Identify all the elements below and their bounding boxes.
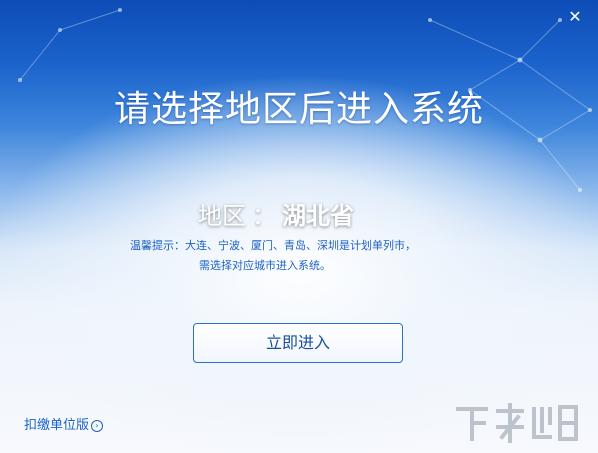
region-separator: ：: [252, 202, 276, 230]
close-icon: ✕: [568, 7, 582, 26]
watermark-logo: [456, 403, 578, 443]
tip-text: 温馨提示：大连、宁波、厦门、青岛、深圳是计划单列市， 需选择对应城市进入系统。: [130, 236, 510, 276]
tip-line-1: 温馨提示：大连、宁波、厦门、青岛、深圳是计划单列市，: [130, 239, 416, 252]
version-link-label: 扣缴单位版: [24, 418, 90, 433]
region-label: 地区: [198, 202, 246, 230]
page-title: 请选择地区后进入系统: [113, 89, 484, 130]
version-switch-link[interactable]: 扣缴单位版 ›: [24, 414, 104, 433]
enter-button[interactable]: 立即进入: [193, 323, 403, 363]
region-selector: 地区：湖北省: [198, 196, 354, 231]
region-value[interactable]: 湖北省: [282, 202, 354, 230]
login-window: ✕ 请选择地区后进入系统 地区：湖北省 温馨提示：大连、宁波、厦门、青岛、深圳是…: [0, 0, 598, 453]
tip-line-2: 需选择对应城市进入系统。: [199, 259, 331, 272]
chevron-right-circle-icon: ›: [91, 419, 104, 432]
close-button[interactable]: ✕: [566, 8, 584, 26]
